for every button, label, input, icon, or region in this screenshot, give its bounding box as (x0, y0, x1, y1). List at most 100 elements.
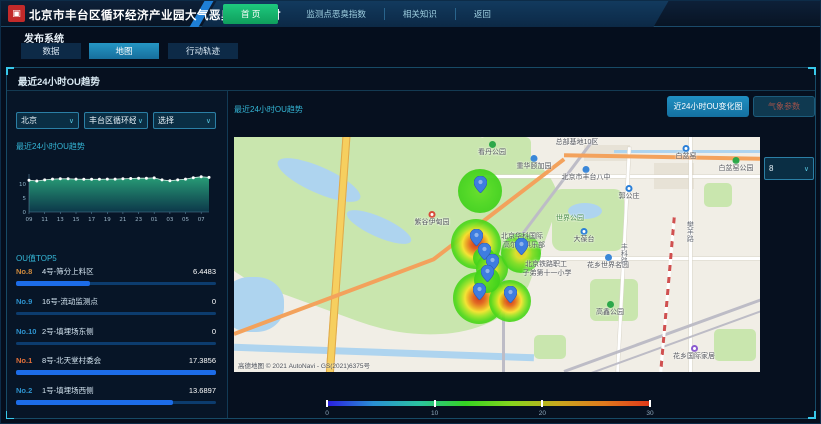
park-icon (733, 157, 740, 164)
panel-corner (808, 411, 816, 419)
map-pin-icon[interactable] (504, 286, 517, 303)
map-pin-icon[interactable] (474, 176, 487, 193)
poi-icon (605, 254, 612, 261)
map-label: 丰科路 (620, 243, 627, 264)
chevron-down-icon: ∨ (206, 117, 211, 125)
map-label: 花乡国际家居 (673, 345, 715, 360)
ou-value: 17.3856 (189, 356, 216, 365)
svg-text:19: 19 (104, 217, 111, 223)
poi-icon (583, 166, 590, 173)
nav-item-back[interactable]: 返回 (455, 8, 509, 20)
weather-params-button[interactable]: 气象参数 (753, 96, 815, 117)
main-nav: 首 页 监测点恶臭指数 相关知识 返回 (223, 1, 509, 27)
legend-tick (434, 400, 436, 407)
map-copyright: 高德地图 © 2021 AutoNavi - GS(2021)6375号 (238, 360, 370, 370)
poi-red-icon (429, 211, 436, 218)
ou-change-chart-button[interactable]: 近24小时OU变化图 (667, 96, 749, 117)
rank-badge: No.9 (16, 297, 42, 306)
svg-text:23: 23 (135, 217, 142, 223)
value-bar-track (16, 342, 216, 345)
svg-text:05: 05 (182, 217, 189, 223)
legend-tick (649, 400, 651, 407)
nav-item-knowledge[interactable]: 相关知识 (384, 8, 455, 20)
site-name: 16号-流动监测点 (42, 296, 212, 307)
map-label: 樊羊路 (686, 221, 693, 242)
chevron-down-icon: ∨ (804, 165, 809, 173)
site-select[interactable]: 选择 ∨ (153, 112, 216, 129)
metro-icon (683, 145, 690, 152)
map-label: 大葆台 (574, 228, 595, 243)
rank-badge: No.2 (16, 386, 42, 395)
top5-title: OU值TOP5 (16, 253, 57, 264)
map-label: 重华颐加园 (517, 155, 552, 170)
rank-badge: No.8 (16, 267, 42, 276)
tab-data[interactable]: 数据 (21, 43, 81, 59)
svg-text:03: 03 (166, 217, 173, 223)
map-pin-icon[interactable] (473, 283, 486, 300)
left-chart-label: 最近24小时OU趋势 (16, 141, 85, 152)
region-select[interactable]: 北京 ∨ (16, 112, 79, 129)
site-name: 2号-填埋场东侧 (42, 326, 212, 337)
ou-value: 0 (212, 297, 216, 306)
app-logo-icon: ▣ (8, 5, 25, 22)
top5-row[interactable]: No.916号-流动监测点0 (16, 296, 216, 320)
metro-icon (581, 228, 588, 235)
top5-row[interactable]: No.84号-筛分上料区6.4483 (16, 266, 216, 290)
chevron-down-icon: ∨ (69, 117, 74, 125)
svg-text:17: 17 (88, 217, 95, 223)
top5-row[interactable]: No.102号-填埋场东侧0 (16, 326, 216, 350)
road (534, 257, 760, 260)
value-bar-track (16, 282, 216, 285)
tab-map[interactable]: 地图 (89, 43, 159, 59)
tab-track[interactable]: 行动轨迹 (168, 43, 238, 59)
metro2-icon (691, 345, 698, 352)
rank-badge: No.10 (16, 327, 42, 336)
value-bar-track (16, 312, 216, 315)
site-name: 1号-填埋场西侧 (42, 385, 189, 396)
road (484, 175, 760, 178)
park-area (714, 329, 756, 361)
svg-text:21: 21 (119, 217, 126, 223)
top5-row[interactable]: No.18号-北天堂村委会17.3856 (16, 355, 216, 379)
top5-row[interactable]: No.21号-填埋场西侧13.6897 (16, 385, 216, 409)
nav-item-odor-index[interactable]: 监测点恶臭指数 (288, 8, 384, 20)
ou-color-legend: 0102030 (327, 401, 650, 406)
ou-value: 13.6897 (189, 386, 216, 395)
map-canvas[interactable]: 总部基地10区看丹公园白盆窑重华颐加园白盆窑公园北京市丰台八中郭公庄紫谷伊甸园世… (234, 137, 760, 372)
map-pin-icon[interactable] (481, 265, 494, 282)
legend-tick (541, 400, 543, 407)
map-label: 总部基地10区 (556, 139, 599, 146)
svg-text:10: 10 (19, 182, 26, 188)
legend-tick-label: 20 (539, 410, 546, 417)
park-area (534, 335, 566, 359)
nav-item-home[interactable]: 首 页 (223, 4, 278, 24)
map-label: 子弟第十一小学 (523, 270, 572, 277)
panel-title: 最近24小时OU趋势 (18, 74, 100, 88)
park-select[interactable]: 丰台区循环经济产 ∨ (84, 112, 148, 129)
map-label: 高鑫公园 (596, 301, 624, 316)
svg-text:13: 13 (57, 217, 64, 223)
rank-badge: No.1 (16, 356, 42, 365)
hour-select[interactable]: 8 ∨ (764, 157, 814, 180)
park-area (704, 183, 732, 207)
park-icon (607, 301, 614, 308)
map-label: 紫谷伊甸园 (415, 211, 450, 226)
value-bar-fill (16, 281, 90, 286)
site-name: 4号-筛分上料区 (42, 266, 193, 277)
svg-text:0: 0 (23, 210, 27, 216)
dashboard-root: ▣ 北京市丰台区循环经济产业园大气恶臭状况实时 首 页 监测点恶臭指数 相关知识… (0, 0, 821, 424)
top-header-bar: ▣ 北京市丰台区循环经济产业园大气恶臭状况实时 首 页 监测点恶臭指数 相关知识… (1, 1, 821, 27)
value-bar-fill (16, 370, 216, 375)
ou-value: 0 (212, 327, 216, 336)
metro-icon (626, 185, 633, 192)
ou-trend-chart: 0510091113151719212301030507 (15, 168, 217, 226)
poi-icon (531, 155, 538, 162)
chevron-down-icon: ∨ (138, 117, 143, 125)
river (234, 344, 534, 361)
svg-text:15: 15 (73, 217, 80, 223)
map-pin-icon[interactable] (515, 238, 528, 255)
legend-tick-label: 10 (431, 410, 438, 417)
svg-text:5: 5 (23, 196, 27, 202)
ou-value: 6.4483 (193, 267, 216, 276)
map-label: 北京市丰台八中 (562, 166, 611, 181)
